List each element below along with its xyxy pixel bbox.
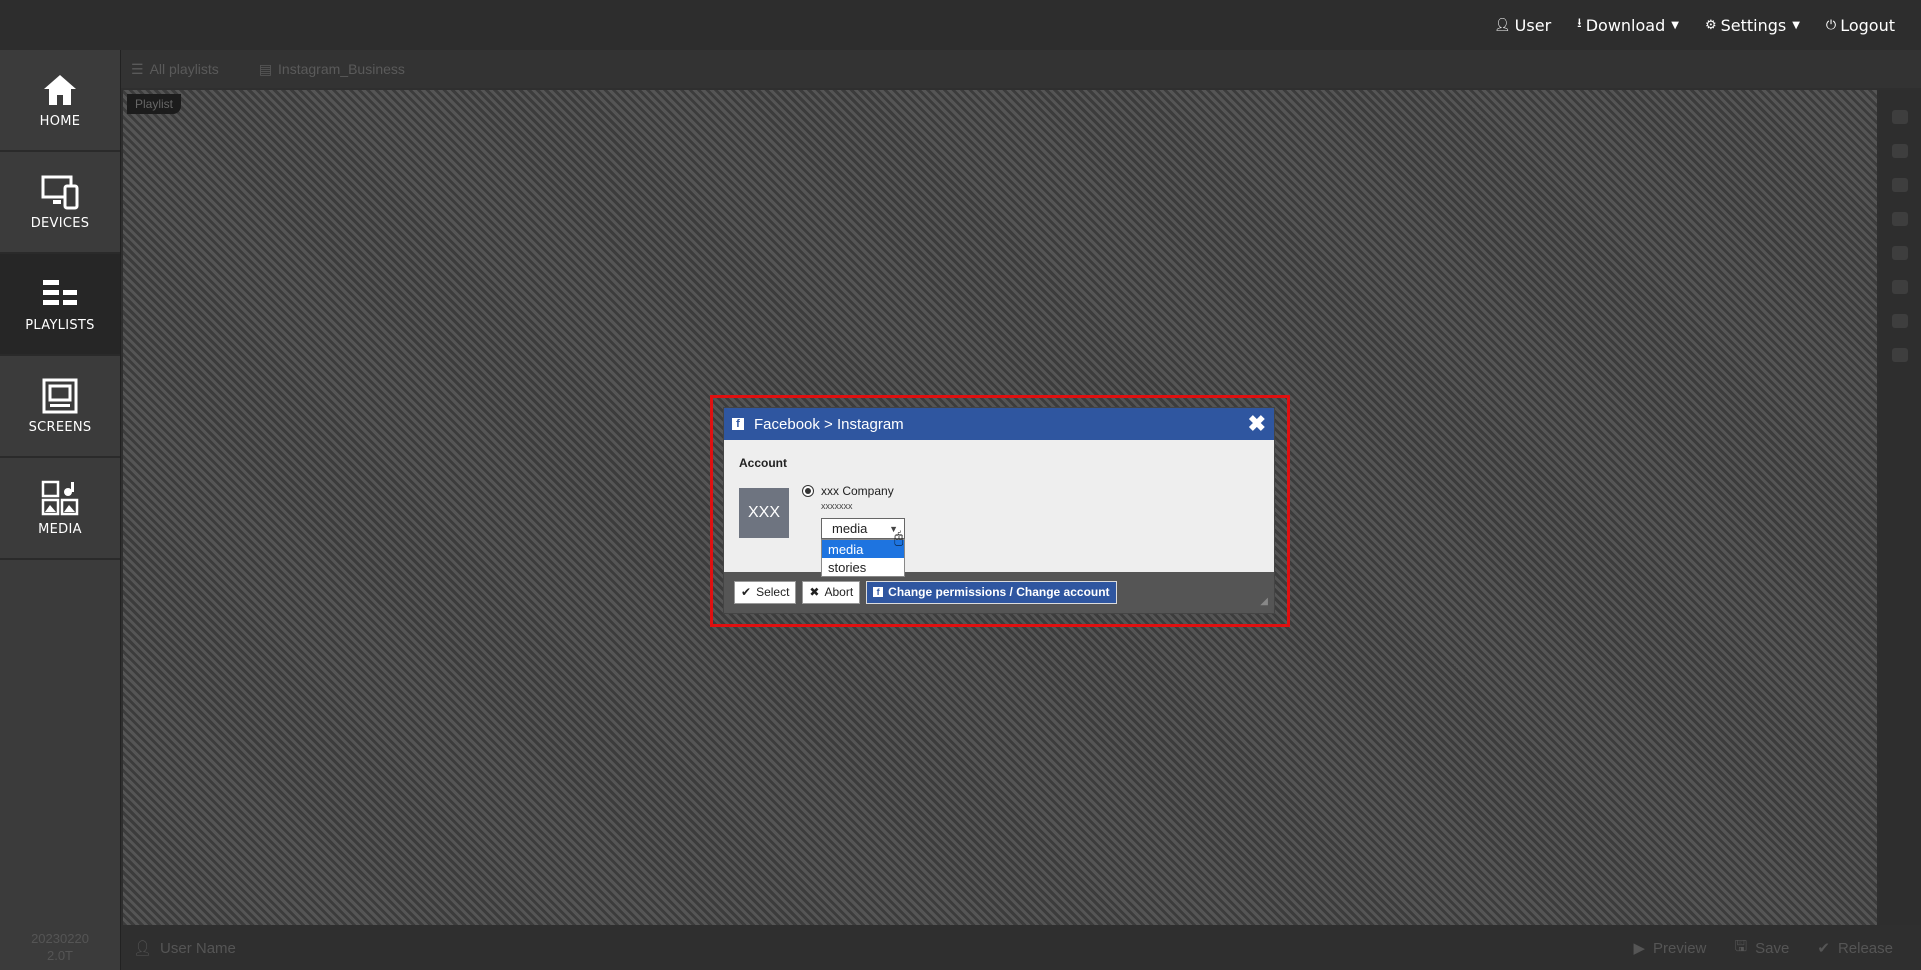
avatar: XXX <box>739 488 789 538</box>
playlists-icon <box>43 279 77 305</box>
image-icon[interactable] <box>1892 314 1908 328</box>
logout-label: Logout <box>1840 15 1895 35</box>
all-playlists-label: All playlists <box>149 61 219 77</box>
playlist-tag: Playlist <box>127 94 182 114</box>
preview-button[interactable]: ▶ Preview <box>1633 936 1706 961</box>
playlist-toolbar: ☰ All playlists ▤ Instagram_Business <box>121 50 1921 88</box>
sidebar-item-home[interactable]: HOME <box>0 50 120 152</box>
settings-menu[interactable]: ⚙ Settings ▼ <box>1705 16 1800 35</box>
save-button[interactable]: 🖫︎ Save <box>1734 936 1789 961</box>
playlist-icon: ▤ <box>258 60 273 77</box>
list-icon: ☰ <box>131 60 144 77</box>
select-button[interactable]: ✔ Select <box>734 580 797 604</box>
account-label: Account <box>739 456 787 470</box>
screens-icon <box>42 378 78 413</box>
save-label: Save <box>1755 939 1790 957</box>
version-number: 2.0T <box>46 948 73 963</box>
sidebar-item-label: MEDIA <box>38 521 82 537</box>
sidebar-item-screens[interactable]: SCREENS <box>0 356 120 458</box>
top-bar: 👤︎ User ⭳ Download ▼ ⚙ Settings ▼ ⏻ Logo… <box>0 0 1921 50</box>
content-type-dropdown: media stories <box>821 539 905 577</box>
user-icon: 👤︎ <box>133 940 153 957</box>
sidebar: HOME DEVICES PLAYLISTS SCREENS MEDIA 202… <box>0 50 121 970</box>
option-media[interactable]: media <box>822 540 904 558</box>
x-icon: ✖ <box>809 585 820 599</box>
sidebar-item-devices[interactable]: DEVICES <box>0 152 120 254</box>
logout-button[interactable]: ⏻ Logout <box>1826 16 1895 35</box>
info-icon[interactable] <box>1892 144 1908 158</box>
dialog-title: Facebook > Instagram <box>754 415 904 433</box>
company-name: xxx Company <box>821 484 894 498</box>
bottom-bar: 👤︎ User Name ▶ Preview 🖫︎ Save ✔ Release <box>121 926 1921 970</box>
change-permissions-label: Change permissions / Change account <box>888 585 1110 599</box>
option-stories[interactable]: stories <box>822 558 904 576</box>
facebook-icon: f <box>873 587 884 597</box>
playlist-name-field[interactable]: ▤ Instagram_Business <box>259 61 405 78</box>
clock-icon[interactable] <box>1892 212 1908 226</box>
play-icon: ▶ <box>1633 940 1646 957</box>
preview-label: Preview <box>1653 939 1707 957</box>
sidebar-item-label: HOME <box>39 113 81 129</box>
version-date: 20230220 <box>31 931 89 946</box>
download-label: Download <box>1585 15 1666 35</box>
web-icon[interactable] <box>1892 280 1908 294</box>
media-icon <box>41 480 79 515</box>
refresh-icon[interactable] <box>1892 110 1908 124</box>
save-icon: 🖫︎ <box>1734 937 1748 955</box>
mouse-cursor-icon: 🖰︎ <box>894 530 904 547</box>
user-label: User <box>1514 15 1552 35</box>
abort-button[interactable]: ✖ Abort <box>802 580 861 604</box>
home-icon <box>44 74 76 105</box>
download-menu[interactable]: ⭳ Download ▼ <box>1577 14 1679 36</box>
user-name: User Name <box>160 939 236 957</box>
gear-icon: ⚙ <box>1704 17 1717 33</box>
user-menu[interactable]: 👤︎ User <box>1494 16 1551 35</box>
sidebar-item-media[interactable]: MEDIA <box>0 458 120 560</box>
sidebar-item-label: SCREENS <box>28 419 92 435</box>
right-toolrail <box>1879 90 1921 925</box>
caret-down-icon: ▼ <box>1792 19 1800 31</box>
video-icon[interactable] <box>1892 246 1908 260</box>
sidebar-item-label: PLAYLISTS <box>25 317 95 333</box>
caret-down-icon: ▼ <box>1671 19 1679 31</box>
instagram-dialog: f Facebook > Instagram ✖ Account XXX xxx… <box>723 407 1275 614</box>
sidebar-item-playlists[interactable]: PLAYLISTS <box>0 254 120 356</box>
selected-type: media <box>832 521 868 536</box>
gear-icon[interactable] <box>1892 178 1908 192</box>
dialog-footer: ✔ Select ✖ Abort f Change permissions / … <box>724 572 1274 612</box>
abort-label: Abort <box>824 585 854 599</box>
check-icon: ✔ <box>741 585 752 599</box>
release-icon: ✔ <box>1817 940 1830 957</box>
all-playlists-link[interactable]: ☰ All playlists <box>131 61 219 78</box>
company-subname: xxxxxxx <box>821 501 853 511</box>
settings-label: Settings <box>1720 15 1787 35</box>
change-permissions-button[interactable]: f Change permissions / Change account <box>866 580 1117 604</box>
release-label: Release <box>1837 939 1893 957</box>
sidebar-item-label: DEVICES <box>30 215 90 231</box>
user-name-area: 👤︎ User Name <box>133 939 236 958</box>
close-icon[interactable]: ✖ <box>1248 411 1266 437</box>
playlist-name: Instagram_Business <box>278 61 405 77</box>
camera-icon[interactable] <box>1892 348 1908 362</box>
account-radio[interactable] <box>802 485 814 497</box>
select-label: Select <box>756 585 790 599</box>
power-icon: ⏻ <box>1825 17 1837 33</box>
content-type-select[interactable]: media ▼ <box>821 518 905 539</box>
devices-icon <box>41 175 79 209</box>
resize-handle-icon[interactable]: ◢ <box>1260 596 1268 607</box>
release-button[interactable]: ✔ Release <box>1817 936 1893 961</box>
download-icon: ⭳ <box>1577 16 1582 31</box>
facebook-icon: f <box>732 418 744 430</box>
dialog-titlebar: f Facebook > Instagram ✖ <box>724 408 1274 440</box>
user-icon: 👤︎ <box>1494 17 1511 33</box>
dialog-body: Account XXX xxx Company xxxxxxx media ▼ … <box>724 440 1274 577</box>
version-info: 20230220 2.0T <box>0 930 120 964</box>
